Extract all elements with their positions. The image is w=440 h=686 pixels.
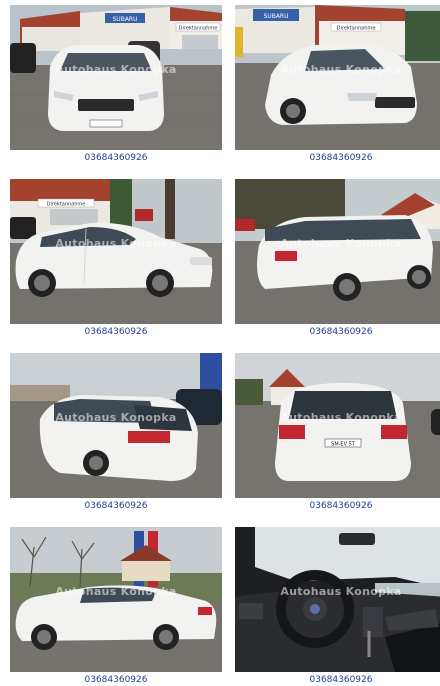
phone-link[interactable]: 03684360926 (10, 153, 222, 164)
brand-sign: SUBARU (264, 13, 289, 20)
gallery-item: SUBARU Direktannahme Autohaus Konopka 03… (235, 5, 440, 164)
license-plate: SM-EV 5T (331, 442, 356, 448)
brand-sign: SUBARU (113, 16, 138, 23)
car-photo-image: Direktannahme (10, 179, 222, 324)
car-photo-image: SUBARU Direktannahme (10, 5, 222, 150)
car-photo-image (10, 527, 222, 672)
gallery-item: Direktannahme Autohaus Konopka 036843609… (10, 179, 222, 338)
car-photo-rear-quarter[interactable]: Autohaus Konopka (10, 353, 222, 498)
phone-link[interactable]: 03684360926 (235, 327, 440, 338)
phone-link[interactable]: 03684360926 (235, 675, 440, 686)
dealer-sign: Direktannahme (47, 202, 86, 208)
car-photo-rear-left[interactable]: Autohaus Konopka (235, 179, 440, 324)
car-photo-side-left[interactable]: Direktannahme Autohaus Konopka (10, 179, 222, 324)
gallery-item: Autohaus Konopka 03684360926 (10, 527, 222, 686)
dealer-sign: Direktannahme (337, 26, 376, 32)
car-photo-front[interactable]: SUBARU Direktannahme Autohaus Konopka (10, 5, 222, 150)
car-photo-image (235, 179, 440, 324)
car-photo-front-right[interactable]: SUBARU Direktannahme Autohaus Konopka (235, 5, 440, 150)
car-photo-image: SM-EV 5T (235, 353, 440, 498)
photo-gallery: SUBARU Direktannahme Autohaus Konopka 03… (0, 0, 440, 685)
gallery-item: SM-EV 5T Autohaus Konopka 03684360926 (235, 353, 440, 512)
car-photo-interior[interactable]: Autohaus Konopka (235, 527, 440, 672)
gallery-item: Autohaus Konopka 03684360926 (10, 353, 222, 512)
phone-link[interactable]: 03684360926 (10, 327, 222, 338)
phone-link[interactable]: 03684360926 (10, 501, 222, 512)
car-photo-image: SUBARU Direktannahme (235, 5, 440, 150)
gallery-item: SUBARU Direktannahme Autohaus Konopka 03… (10, 5, 222, 164)
car-photo-image (235, 527, 440, 672)
gallery-item: Autohaus Konopka 03684360926 (235, 179, 440, 338)
car-photo-side-right[interactable]: Autohaus Konopka (10, 527, 222, 672)
car-photo-image (10, 353, 222, 498)
phone-link[interactable]: 03684360926 (235, 501, 440, 512)
phone-link[interactable]: 03684360926 (235, 153, 440, 164)
car-photo-rear[interactable]: SM-EV 5T Autohaus Konopka (235, 353, 440, 498)
gallery-item: Autohaus Konopka 03684360926 (235, 527, 440, 686)
dealer-sign: Direktannahme (179, 26, 218, 32)
phone-link[interactable]: 03684360926 (10, 675, 222, 686)
